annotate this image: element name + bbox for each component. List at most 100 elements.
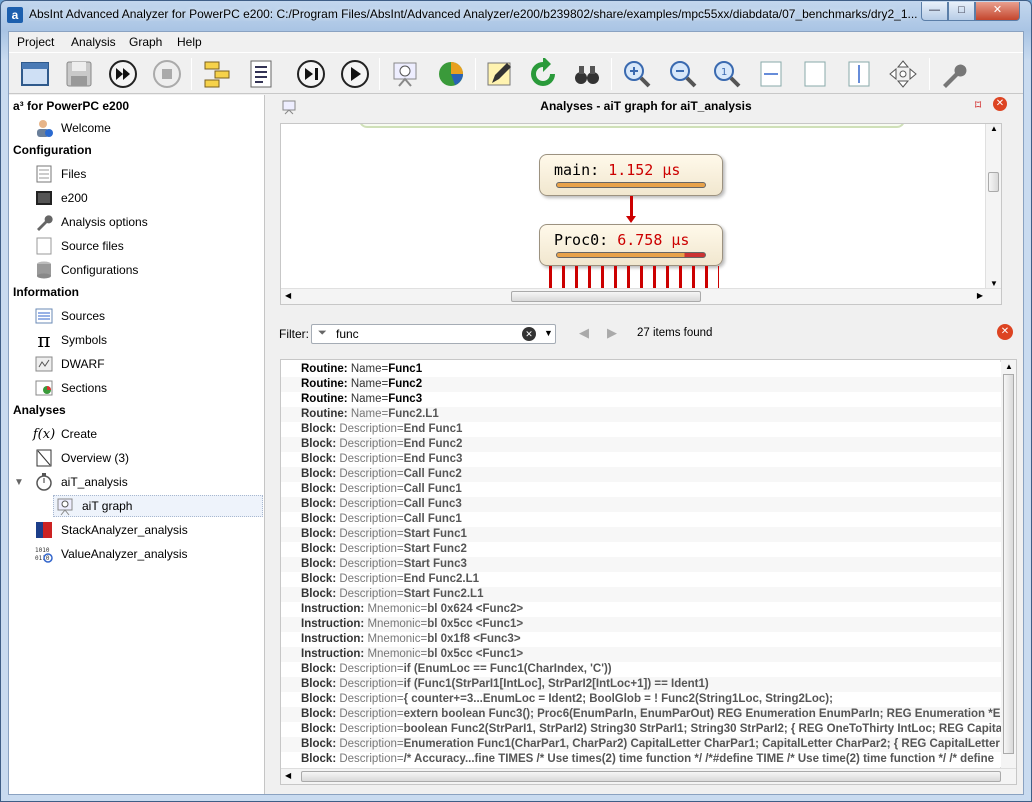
result-row[interactable]: Instruction: Mnemonic=bl 0x624 <Func2> [281,602,1001,617]
result-row[interactable]: Block: Description=extern boolean Func3(… [281,707,1001,722]
result-row[interactable]: Routine: Name=Func1 [281,362,1001,377]
run-all-button[interactable] [105,56,141,92]
result-row[interactable]: Instruction: Mnemonic=bl 0x1f8 <Func3> [281,632,1001,647]
sidebar-item-source-files[interactable]: Source files [33,235,263,257]
sidebar-item-sections[interactable]: Sections [33,377,263,399]
new-project-button[interactable] [17,56,53,92]
sidebar-item-label: aiT_analysis [61,475,128,489]
close-button[interactable]: ✕ [975,2,1020,21]
sidebar-item-create[interactable]: f(x) Create [33,423,263,445]
graph-vertical-scrollbar[interactable]: ▲ ▼ [985,124,1001,290]
scroll-right-icon[interactable]: ▶ [977,291,983,300]
result-row[interactable]: Block: Description=Start Func1 [281,527,1001,542]
result-row[interactable]: Block: Description=Enumeration Func1(Cha… [281,737,1001,752]
sidebar-item-valueanalyzer[interactable]: 1010 0110 ValueAnalyzer_analysis [33,543,263,565]
fit-width-button[interactable] [753,56,789,92]
sidebar-item-overview[interactable]: Overview (3) [33,447,263,469]
sidebar-item-stackanalyzer[interactable]: StackAnalyzer_analysis [33,519,263,541]
sidebar-item-configurations[interactable]: Configurations [33,259,263,281]
result-row[interactable]: Block: Description=Call Func2 [281,467,1001,482]
scroll-down-icon[interactable]: ▼ [990,279,998,288]
result-row[interactable]: Routine: Name=Func2 [281,377,1001,392]
menu-analysis[interactable]: Analysis [71,35,116,49]
result-row[interactable]: Block: Description=boolean Func2(StrParI… [281,722,1001,737]
edit-button[interactable] [481,56,517,92]
menu-help[interactable]: Help [177,35,202,49]
previous-icon[interactable]: ◀ [579,325,589,341]
scroll-thumb[interactable] [301,771,1001,782]
result-row[interactable]: Block: Description=Call Func3 [281,497,1001,512]
graph-node-main[interactable]: main: 1.152 µs [539,154,723,196]
result-row[interactable]: Block: Description=/* Accuracy...fine TI… [281,752,1001,767]
files-icon [33,163,55,185]
menu-project[interactable]: Project [17,35,54,49]
dropdown-icon[interactable]: ▼ [544,328,553,338]
play-button[interactable] [337,56,373,92]
scroll-thumb[interactable] [1003,374,1014,754]
sidebar-item-symbols[interactable]: π Symbols [33,328,263,352]
zoom-reset-button[interactable]: 1 [709,56,745,92]
sidebar-item-welcome[interactable]: Welcome [33,117,263,139]
scroll-thumb[interactable] [988,172,999,192]
close-panel-icon[interactable]: ✕ [993,97,1007,111]
result-row[interactable]: Block: Description=Start Func2.L1 [281,587,1001,602]
next-icon[interactable]: ▶ [607,325,617,341]
results-list[interactable]: ▲ ◀ Routine: Name=Func1 Routine: Name=Fun… [280,359,1017,785]
scroll-thumb[interactable] [511,291,701,302]
zoom-out-button[interactable] [665,56,701,92]
zoom-in-button[interactable] [619,56,655,92]
result-row[interactable]: Block: Description=End Func2.L1 [281,572,1001,587]
results-horizontal-scrollbar[interactable]: ◀ [281,768,1016,784]
result-row[interactable]: Block: Description=Call Func1 [281,512,1001,527]
sidebar-item-ait-graph[interactable]: aiT graph [53,495,263,517]
pan-button[interactable] [885,56,921,92]
result-row[interactable]: Block: Description=if (EnumLoc == Func1(… [281,662,1001,677]
find-button[interactable] [569,56,605,92]
result-row[interactable]: Routine: Name=Func2.L1 [281,407,1001,422]
result-row[interactable]: Instruction: Mnemonic=bl 0x5cc <Func1> [281,617,1001,632]
graph-node-proc0[interactable]: Proc0: 6.758 µs [539,224,723,266]
sidebar-item-e200[interactable]: e200 [33,187,263,209]
settings-button[interactable] [935,56,971,92]
close-filter-icon[interactable]: ✕ [997,324,1013,340]
sidebar-item-dwarf[interactable]: DWARF [33,353,263,375]
maximize-button[interactable]: □ [948,2,975,21]
result-row[interactable]: Instruction: Mnemonic=bl 0x5cc <Func1> [281,647,1001,662]
expand-arrow-icon[interactable]: ▼ [14,477,24,488]
save-project-button[interactable] [61,56,97,92]
result-row[interactable]: Block: Description=Start Func2 [281,542,1001,557]
list-view-button[interactable] [243,56,279,92]
chart-button[interactable] [433,56,469,92]
step-button[interactable] [293,56,329,92]
result-row[interactable]: Block: Description=End Func2 [281,437,1001,452]
sidebar-item-sources[interactable]: Sources [33,305,263,327]
results-vertical-scrollbar[interactable]: ▲ [1000,360,1016,768]
fit-page-button[interactable] [797,56,833,92]
stop-button[interactable] [149,56,185,92]
filter-field[interactable]: ⏷ func ✕ ▼ [311,324,556,344]
minimize-button[interactable]: — [921,2,948,21]
timing-graph-button[interactable] [387,56,423,92]
result-row[interactable]: Block: Description=End Func3 [281,452,1001,467]
menu-graph[interactable]: Graph [129,35,162,49]
result-row[interactable]: Block: Description=Start Func3 [281,557,1001,572]
refresh-button[interactable] [525,56,561,92]
flow-view-button[interactable] [199,56,235,92]
scroll-up-icon[interactable]: ▲ [1005,362,1013,371]
graph-horizontal-scrollbar[interactable]: ◀ ▶ [281,288,1001,304]
result-row[interactable]: Routine: Name=Func3 [281,392,1001,407]
result-row[interactable]: Block: Description=if (Func1(StrParI1[In… [281,677,1001,692]
detach-icon[interactable]: ⌑ [975,98,981,112]
sidebar-item-ait-analysis[interactable]: aiT_analysis [33,471,263,493]
graph-canvas[interactable]: main: 1.152 µs Proc0: 6.758 µs ▲ ▼ ◀ ▶ [280,123,1002,305]
sidebar-item-files[interactable]: Files [33,163,263,185]
sidebar-item-analysis-options[interactable]: Analysis options [33,211,263,233]
fit-height-button[interactable] [841,56,877,92]
scroll-left-icon[interactable]: ◀ [285,771,291,780]
result-row[interactable]: Block: Description={ counter+=3...EnumLo… [281,692,1001,707]
result-row[interactable]: Block: Description=Call Func1 [281,482,1001,497]
result-row[interactable]: Block: Description=End Func1 [281,422,1001,437]
scroll-left-icon[interactable]: ◀ [285,291,291,300]
clear-filter-icon[interactable]: ✕ [522,327,536,341]
scroll-up-icon[interactable]: ▲ [990,124,998,133]
